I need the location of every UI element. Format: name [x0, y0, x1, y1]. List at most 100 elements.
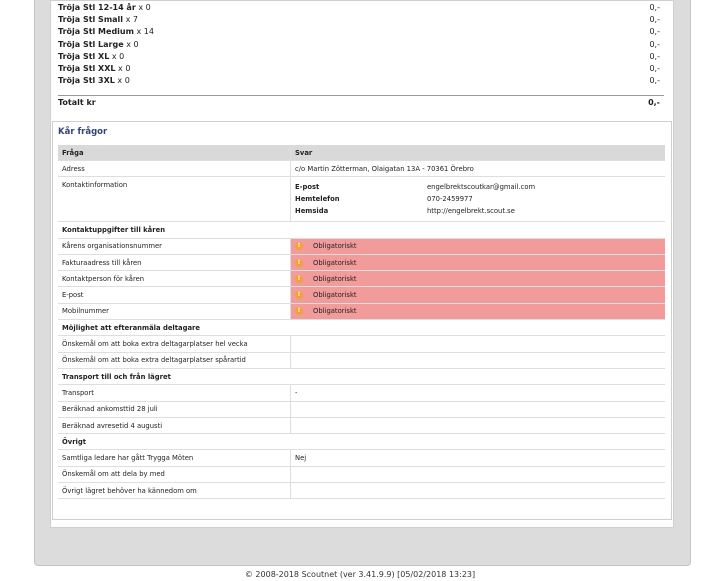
summary-row: Tröja Stl Medium x 14 0,- — [58, 26, 664, 38]
table-row[interactable]: Mobilnummer ! Obligatoriskt — [58, 303, 665, 321]
question-label: Mobilnummer — [58, 303, 291, 321]
table-row[interactable]: Kontaktperson för kåren ! Obligatoriskt — [58, 270, 665, 288]
question-label: Kårens organisationsnummer — [58, 238, 291, 255]
column-header-question: Fråga — [58, 145, 291, 161]
table-row[interactable]: Fakturaadress till kåren ! Obligatoriskt — [58, 254, 665, 272]
summary-row: Tröja Stl Small x 7 0,- — [58, 14, 664, 26]
summary-row: Tröja Stl 12-14 år x 0 0,- — [58, 2, 664, 14]
answer-value: - — [290, 384, 665, 402]
required-text: Obligatoriskt — [313, 307, 357, 316]
item-count: x 0 — [135, 3, 151, 12]
total-row: Totalt kr 0,- — [58, 95, 664, 110]
item-amount: 0,- — [649, 3, 660, 12]
summary-row: Tröja Stl 3XL x 0 0,- — [58, 75, 664, 87]
required-text: Obligatoriskt — [313, 242, 357, 251]
section-heading: Möjlighet att efteranmäla deltagare — [58, 319, 665, 337]
footer-copyright: © 2008-2018 Scoutnet (ver 3.41.9.9) [05/… — [244, 570, 476, 579]
question-label: Övrigt lägret behöver ha kännedom om — [58, 482, 291, 500]
warning-icon: ! — [295, 291, 303, 300]
required-field[interactable]: ! Obligatoriskt — [290, 303, 665, 321]
item-amount: 0,- — [649, 51, 660, 61]
item-name: Tröja Stl Large — [58, 39, 124, 49]
item-name: Tröja Stl 3XL — [58, 76, 115, 86]
phone-label: Hemtelefon — [295, 195, 340, 204]
answer-value — [290, 401, 665, 418]
question-label: Fakturaadress till kåren — [58, 254, 291, 272]
table-row: Önskemål om att dela by med — [58, 466, 665, 484]
question-label: Adress — [58, 160, 291, 178]
email-label: E-post — [295, 183, 320, 192]
answer-value — [290, 482, 665, 500]
section-row: Transport till och från lägret — [58, 368, 665, 386]
warning-icon: ! — [295, 274, 303, 283]
column-header-answer: Svar — [290, 145, 665, 161]
question-label: Beräknad ankomsttid 28 juli — [58, 401, 291, 418]
website-value: http://engelbrekt.scout.se — [427, 207, 515, 216]
required-field[interactable]: ! Obligatoriskt — [290, 286, 665, 304]
item-amount: 0,- — [649, 27, 660, 37]
panel-title: Kår frågor — [58, 127, 108, 137]
item-amount: 0,- — [649, 39, 660, 49]
section-row: Kontaktuppgifter till kåren — [58, 221, 665, 239]
item-count: x 0 — [109, 51, 125, 61]
contact-info: E-post engelbrektscoutkar@gmail.com Hemte… — [290, 176, 665, 223]
item-count: x 0 — [115, 63, 131, 73]
table-row: Adress c/o Martin Zötterman, Olaigatan 1… — [58, 160, 665, 178]
question-label: Transport — [58, 384, 291, 402]
table-row[interactable]: E-post ! Obligatoriskt — [58, 286, 665, 304]
section-heading: Kontaktuppgifter till kåren — [58, 221, 665, 239]
required-field[interactable]: ! Obligatoriskt — [290, 270, 665, 288]
email-value: engelbrektscoutkar@gmail.com — [427, 183, 536, 192]
item-amount: 0,- — [649, 76, 660, 86]
required-text: Obligatoriskt — [313, 291, 357, 300]
table-row: Övrigt lägret behöver ha kännedom om — [58, 482, 665, 500]
section-row: Övrigt — [58, 433, 665, 451]
question-label: Önskemål om att dela by med — [58, 466, 291, 484]
question-label: Samtliga ledare har gått Trygga Möten — [58, 449, 291, 467]
table-row: Transport - — [58, 384, 665, 402]
total-amount: 0,- — [648, 98, 660, 107]
required-text: Obligatoriskt — [313, 274, 357, 283]
website-label: Hemsida — [295, 207, 329, 216]
total-label: Totalt kr — [58, 98, 96, 107]
item-count: x 0 — [114, 76, 130, 86]
section-row: Möjlighet att efteranmäla deltagare — [58, 319, 665, 337]
table-row: Kontaktinformation E-post engelbrektscout… — [58, 176, 665, 223]
table-row: Önskemål om att boka extra deltagarplats… — [58, 335, 665, 353]
question-label: Kontaktperson för kåren — [58, 270, 291, 288]
question-label: Önskemål om att boka extra deltagarplats… — [58, 335, 291, 353]
required-text: Obligatoriskt — [313, 258, 357, 267]
table-row: Beräknad avresetid 4 augusti — [58, 417, 665, 435]
phone-value: 070-2459977 — [427, 195, 473, 204]
warning-icon: ! — [295, 242, 303, 251]
section-heading: Transport till och från lägret — [58, 368, 665, 386]
item-name: Tröja Stl Medium — [58, 27, 134, 37]
section-heading: Övrigt — [58, 433, 665, 451]
summary-row: Tröja Stl Large x 0 0,- — [58, 39, 664, 51]
answer-value — [290, 352, 665, 369]
answer-value — [290, 466, 665, 484]
item-name: Tröja Stl XL — [58, 51, 110, 61]
table-row[interactable]: Kårens organisationsnummer ! Obligatorisk… — [58, 238, 665, 255]
item-amount: 0,- — [649, 15, 660, 25]
required-field[interactable]: ! Obligatoriskt — [290, 238, 665, 255]
answer-value: Nej — [290, 449, 665, 467]
order-summary: Tröja Stl 12-14 år x 0 0,- Tröja Stl Smal… — [58, 2, 664, 87]
answer-value — [290, 417, 665, 435]
answer-value: c/o Martin Zötterman, Olaigatan 13A - 70… — [290, 160, 665, 178]
question-label: Önskemål om att boka extra deltagarplats… — [58, 352, 291, 369]
question-label: Kontaktinformation — [58, 176, 291, 223]
table-header: Fråga Svar — [58, 145, 665, 161]
item-name: Tröja Stl 12-14 år — [58, 3, 136, 12]
required-field[interactable]: ! Obligatoriskt — [290, 254, 665, 272]
item-count: x 14 — [133, 27, 154, 37]
item-name: Tröja Stl XXL — [58, 63, 116, 73]
summary-row: Tröja Stl XL x 0 0,- — [58, 51, 664, 63]
table-row: Beräknad ankomsttid 28 juli — [58, 401, 665, 418]
summary-row: Tröja Stl XXL x 0 0,- — [58, 63, 664, 75]
item-count: x 0 — [123, 39, 139, 49]
question-label: E-post — [58, 286, 291, 304]
questions-table: Fråga Svar Adress c/o Martin Zötterman, … — [58, 145, 665, 500]
warning-icon: ! — [295, 258, 303, 267]
item-name: Tröja Stl Small — [58, 15, 124, 25]
